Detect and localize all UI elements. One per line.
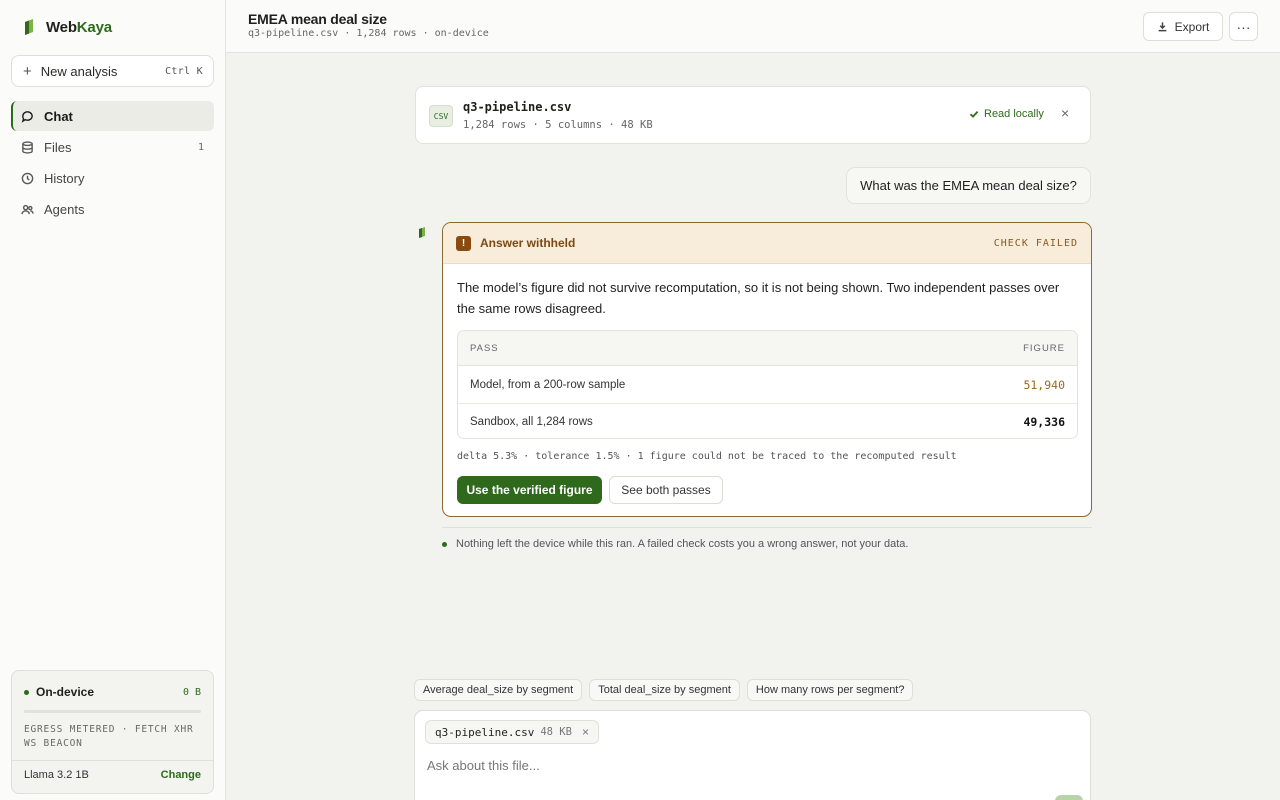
clock-icon <box>21 172 34 184</box>
pass-figure: 51,940 <box>1023 377 1065 392</box>
page-title: EMEA mean deal size <box>248 11 387 27</box>
top-header: EMEA mean deal size q3-pipeline.csv · 1,… <box>226 0 1280 53</box>
check-status-badge: CHECK FAILED <box>993 237 1078 249</box>
attachment-size: 48 KB <box>540 726 572 738</box>
export-button[interactable]: Export <box>1143 12 1223 41</box>
attached-file-card: CSV q3-pipeline.csv 1,284 rows · 5 colum… <box>415 86 1091 144</box>
pass-figure: 49,336 <box>1023 415 1065 429</box>
file-name: q3-pipeline.csv <box>463 100 572 114</box>
file-meta: 1,284 rows · 5 columns · 48 KB <box>463 119 653 131</box>
sidebar-item-label: History <box>44 170 85 186</box>
withheld-card-header: ! Answer withheld CHECK FAILED <box>443 223 1091 264</box>
export-label: Export <box>1174 19 1210 34</box>
download-icon <box>1158 22 1167 32</box>
withheld-title: Answer withheld <box>480 236 576 250</box>
remove-attachment-icon[interactable]: × <box>582 725 589 739</box>
csv-file-icon: CSV <box>429 105 453 127</box>
assistant-avatar-icon <box>419 227 425 238</box>
files-count-badge: 1 <box>197 141 204 153</box>
sidebar-nav: Chat Files 1 History Agents <box>11 101 214 225</box>
attachment-name: q3-pipeline.csv <box>435 725 535 739</box>
use-verified-figure-button[interactable]: Use the verified figure <box>457 476 602 504</box>
shortcut-hint: Ctrl K <box>165 65 203 77</box>
attachment-pill[interactable]: q3-pipeline.csv 48 KB × <box>425 720 599 744</box>
delta-summary: delta 5.3% · tolerance 1.5% · 1 figure c… <box>457 451 957 462</box>
user-message: What was the EMEA mean deal size? <box>846 167 1091 204</box>
read-locally-status: Read locally <box>969 108 1044 120</box>
plus-icon: + <box>23 62 32 80</box>
brand-logo-icon <box>25 19 33 35</box>
on-device-status-card: On-device 0 B EGRESS METERED · FETCH XHR… <box>11 670 214 794</box>
privacy-note: Nothing left the device while this ran. … <box>442 538 908 550</box>
column-header-pass: PASS <box>470 342 499 354</box>
see-both-passes-button[interactable]: See both passes <box>609 476 723 504</box>
pass-comparison-table: PASS FIGURE Model, from a 200-row sample… <box>457 330 1078 439</box>
new-analysis-label: New analysis <box>40 63 118 79</box>
egress-bytes: 0 B <box>182 686 201 698</box>
column-header-figure: FIGURE <box>1023 342 1065 354</box>
suggestion-chip[interactable]: Total deal_size by segment <box>589 679 740 701</box>
model-name: Llama 3.2 1B <box>24 769 89 781</box>
page-subtitle: q3-pipeline.csv · 1,284 rows · on-device <box>248 28 489 39</box>
sidebar-item-files[interactable]: Files 1 <box>11 132 214 162</box>
sidebar-item-history[interactable]: History <box>11 163 214 193</box>
new-analysis-button[interactable]: + New analysis Ctrl K <box>11 55 214 87</box>
pass-name: Sandbox, all 1,284 rows <box>470 416 593 428</box>
sidebar-item-label: Agents <box>44 201 85 217</box>
status-dot-icon <box>24 689 29 695</box>
answer-withheld-card: ! Answer withheld CHECK FAILED The model… <box>442 222 1092 517</box>
message-input[interactable] <box>427 754 1027 776</box>
table-row: Sandbox, all 1,284 rows 49,336 <box>458 403 1077 438</box>
sidebar-item-agents[interactable]: Agents <box>11 194 214 224</box>
check-icon <box>969 110 979 118</box>
change-model-link[interactable]: Change <box>161 769 201 781</box>
divider <box>442 527 1092 528</box>
chat-bubble-icon <box>21 110 33 123</box>
brand-name: WebKaya <box>46 18 112 36</box>
suggestion-chips: Average deal_size by segment Total deal_… <box>414 679 914 701</box>
egress-details: EGRESS METERED · FETCH XHR WS BEACON <box>24 724 194 749</box>
withheld-explanation: The model’s figure did not survive recom… <box>457 280 1060 316</box>
database-icon <box>22 140 33 154</box>
remove-file-button[interactable]: × <box>1061 105 1069 121</box>
status-dot-icon <box>442 541 447 547</box>
table-header: PASS FIGURE <box>458 331 1077 366</box>
sidebar-item-label: Files <box>44 139 72 155</box>
suggestion-chip[interactable]: Average deal_size by segment <box>414 679 583 701</box>
brand[interactable]: WebKaya <box>22 18 112 36</box>
send-button[interactable] <box>1055 795 1083 800</box>
ellipsis-icon: ··· <box>1236 18 1251 35</box>
sidebar: WebKaya + New analysis Ctrl K Chat Files… <box>0 0 226 800</box>
people-icon <box>21 204 34 214</box>
message-composer: q3-pipeline.csv 48 KB × <box>414 710 1091 800</box>
divider <box>12 760 213 761</box>
warning-icon: ! <box>456 235 471 251</box>
table-row: Model, from a 200-row sample 51,940 <box>458 366 1077 403</box>
device-mode-label: On-device <box>36 685 95 699</box>
suggestion-chip[interactable]: How many rows per segment? <box>746 679 914 701</box>
sidebar-item-chat[interactable]: Chat <box>11 101 214 131</box>
sidebar-item-label: Chat <box>44 108 73 124</box>
pass-name: Model, from a 200-row sample <box>470 378 626 391</box>
more-options-button[interactable]: ··· <box>1229 12 1258 41</box>
